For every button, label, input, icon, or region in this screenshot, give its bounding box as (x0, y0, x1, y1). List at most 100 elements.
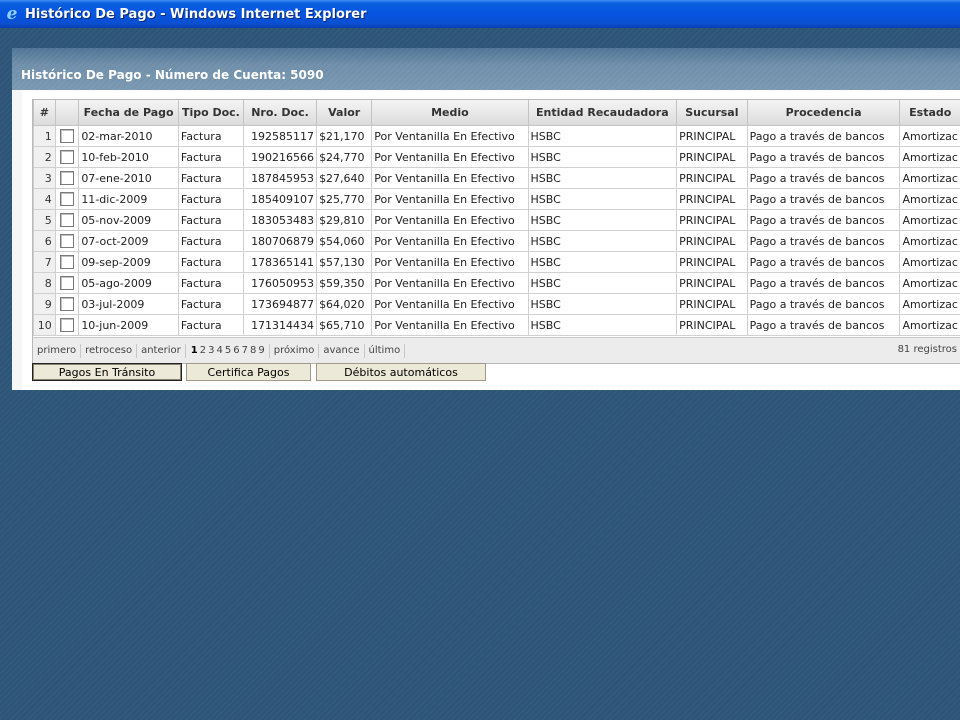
table-row[interactable]: 7 09-sep-2009 Factura 178365141 $57,130 … (33, 251, 960, 273)
column-header-nro[interactable]: Nro. Doc. (242, 100, 318, 126)
page-link-5[interactable]: 5 (224, 345, 232, 356)
row-checkbox[interactable] (54, 272, 80, 294)
cell-estado: Amortizac (899, 209, 960, 231)
table-row[interactable]: 1 02-mar-2010 Factura 192585117 $21,170 … (33, 125, 960, 147)
checkbox-icon[interactable] (60, 213, 75, 227)
column-header-entidad[interactable]: Entidad Recaudadora (527, 100, 678, 126)
table-row[interactable]: 8 05-ago-2009 Factura 176050953 $59,350 … (33, 272, 960, 294)
pager-next-link[interactable]: próximo (270, 344, 320, 358)
cell-procedencia: Pago a través de bancos (746, 125, 901, 147)
payment-history-grid: # Fecha de Pago Tipo Doc. Nro. Doc. Valo… (32, 99, 960, 364)
table-row[interactable]: 9 03-jul-2009 Factura 173694877 $64,020 … (33, 293, 960, 315)
cell-valor: $59,350 (316, 272, 373, 294)
cell-entidad: HSBC (527, 314, 678, 336)
column-header-medio[interactable]: Medio (371, 100, 529, 126)
checkbox-icon[interactable] (60, 318, 75, 332)
checkbox-icon[interactable] (60, 234, 75, 248)
cell-estado: Amortizac (899, 146, 960, 168)
page-link-2[interactable]: 2 (199, 345, 207, 356)
cell-medio: Por Ventanilla En Efectivo (371, 293, 529, 315)
cell-fecha: 07-oct-2009 (78, 230, 179, 252)
checkbox-icon[interactable] (60, 150, 75, 164)
checkbox-icon[interactable] (60, 129, 75, 143)
pager-previous-link[interactable]: anterior (137, 344, 186, 358)
page-link-9[interactable]: 9 (257, 345, 265, 356)
cell-medio: Por Ventanilla En Efectivo (371, 314, 529, 336)
cell-valor: $21,170 (316, 125, 373, 147)
row-checkbox[interactable] (54, 230, 80, 252)
row-number: 1 (33, 125, 56, 147)
checkbox-icon[interactable] (60, 297, 75, 311)
checkbox-icon[interactable] (60, 276, 75, 290)
table-row[interactable]: 4 11-dic-2009 Factura 185409107 $25,770 … (33, 188, 960, 210)
cell-valor: $25,770 (316, 188, 373, 210)
column-header-tipo[interactable]: Tipo Doc. (177, 100, 244, 126)
pager-rewind-link[interactable]: retroceso (81, 344, 138, 358)
pager-last-link[interactable]: último (365, 344, 406, 358)
cell-estado: Amortizac (899, 251, 960, 273)
cell-tipo: Factura (177, 125, 244, 147)
column-header-row-number[interactable]: # (33, 100, 56, 126)
cell-valor: $27,640 (316, 167, 373, 189)
cell-nro: 171314434 (242, 314, 318, 336)
page-title: Histórico De Pago - Número de Cuenta: 50… (21, 68, 324, 82)
column-header-valor[interactable]: Valor (316, 100, 373, 126)
row-number: 6 (33, 230, 56, 252)
cell-tipo: Factura (177, 272, 244, 294)
cell-procedencia: Pago a través de bancos (746, 314, 901, 336)
cell-sucursal: PRINCIPAL (676, 209, 748, 231)
row-checkbox[interactable] (54, 146, 80, 168)
row-number: 4 (33, 188, 56, 210)
cell-medio: Por Ventanilla En Efectivo (371, 251, 529, 273)
certifica-pagos-button[interactable]: Certifica Pagos (186, 363, 311, 381)
cell-medio: Por Ventanilla En Efectivo (371, 272, 529, 294)
cell-entidad: HSBC (527, 230, 678, 252)
cell-nro: 180706879 (242, 230, 318, 252)
checkbox-icon[interactable] (60, 171, 75, 185)
row-checkbox[interactable] (54, 251, 80, 273)
pager-first-link[interactable]: primero (33, 344, 82, 358)
checkbox-icon[interactable] (60, 255, 75, 269)
column-header-select[interactable] (54, 100, 80, 126)
cell-entidad: HSBC (527, 167, 678, 189)
page-link-1[interactable]: 1 (190, 345, 199, 356)
debitos-automaticos-button[interactable]: Débitos automáticos (316, 363, 486, 381)
page-link-4[interactable]: 4 (215, 345, 223, 356)
table-row[interactable]: 10 10-jun-2009 Factura 171314434 $65,710… (33, 314, 960, 336)
column-header-procedencia[interactable]: Procedencia (746, 100, 901, 126)
row-number: 2 (33, 146, 56, 168)
column-header-fecha[interactable]: Fecha de Pago (78, 100, 179, 126)
cell-sucursal: PRINCIPAL (676, 125, 748, 147)
page-link-6[interactable]: 6 (232, 345, 240, 356)
checkbox-icon[interactable] (60, 192, 75, 206)
table-row[interactable]: 2 10-feb-2010 Factura 190216566 $24,770 … (33, 146, 960, 168)
row-checkbox[interactable] (54, 209, 80, 231)
page-link-7[interactable]: 7 (241, 345, 249, 356)
table-header-row: # Fecha de Pago Tipo Doc. Nro. Doc. Valo… (33, 100, 960, 126)
row-checkbox[interactable] (54, 293, 80, 315)
table-row[interactable]: 3 07-ene-2010 Factura 187845953 $27,640 … (33, 167, 960, 189)
column-header-sucursal[interactable]: Sucursal (676, 100, 748, 126)
cell-entidad: HSBC (527, 293, 678, 315)
cell-tipo: Factura (177, 314, 244, 336)
table-row[interactable]: 5 05-nov-2009 Factura 183053483 $29,810 … (33, 209, 960, 231)
pager-forward-link[interactable]: avance (319, 344, 365, 358)
cell-valor: $64,020 (316, 293, 373, 315)
cell-procedencia: Pago a través de bancos (746, 293, 901, 315)
table-row[interactable]: 6 07-oct-2009 Factura 180706879 $54,060 … (33, 230, 960, 252)
cell-sucursal: PRINCIPAL (676, 314, 748, 336)
row-number: 7 (33, 251, 56, 273)
cell-tipo: Factura (177, 230, 244, 252)
cell-procedencia: Pago a través de bancos (746, 230, 901, 252)
column-header-estado[interactable]: Estado (899, 100, 960, 126)
row-checkbox[interactable] (54, 188, 80, 210)
cell-sucursal: PRINCIPAL (676, 293, 748, 315)
cell-estado: Amortizac (899, 314, 960, 336)
pagos-en-transito-button[interactable]: Pagos En Tránsito (32, 363, 182, 381)
row-checkbox[interactable] (54, 167, 80, 189)
window-title-bar[interactable]: e Histórico De Pago - Windows Internet E… (0, 0, 960, 28)
row-checkbox[interactable] (54, 314, 80, 336)
cell-sucursal: PRINCIPAL (676, 230, 748, 252)
cell-nro: 187845953 (242, 167, 318, 189)
row-checkbox[interactable] (54, 125, 80, 147)
